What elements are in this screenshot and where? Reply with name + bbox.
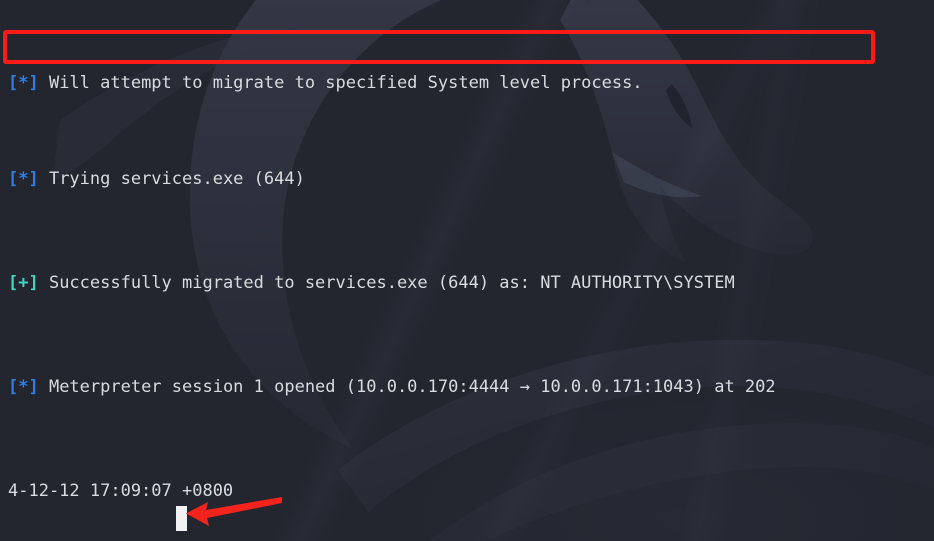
success-marker-icon: [+] — [8, 273, 39, 293]
output-line-migrated-success: [+] Successfully migrated to services.ex… — [8, 273, 735, 293]
text-cursor — [176, 506, 187, 531]
output-line-will-attempt: [*] Will attempt to migrate to specified… — [8, 73, 643, 93]
info-marker-icon: [*] — [8, 169, 39, 189]
output-line-session-opened: [*] Meterpreter session 1 opened (10.0.0… — [8, 377, 776, 397]
output-line-session-opened-wrap: 4-12-12 17:09:07 +0800 — [8, 481, 234, 501]
terminal-output: [*] Will attempt to migrate to specified… — [0, 0, 934, 541]
info-marker-icon: [*] — [8, 73, 39, 93]
output-line-trying-services: [*] Trying services.exe (644) — [8, 169, 305, 189]
terminal-window[interactable]: [*] Will attempt to migrate to specified… — [0, 0, 934, 541]
info-marker-icon: [*] — [8, 377, 39, 397]
